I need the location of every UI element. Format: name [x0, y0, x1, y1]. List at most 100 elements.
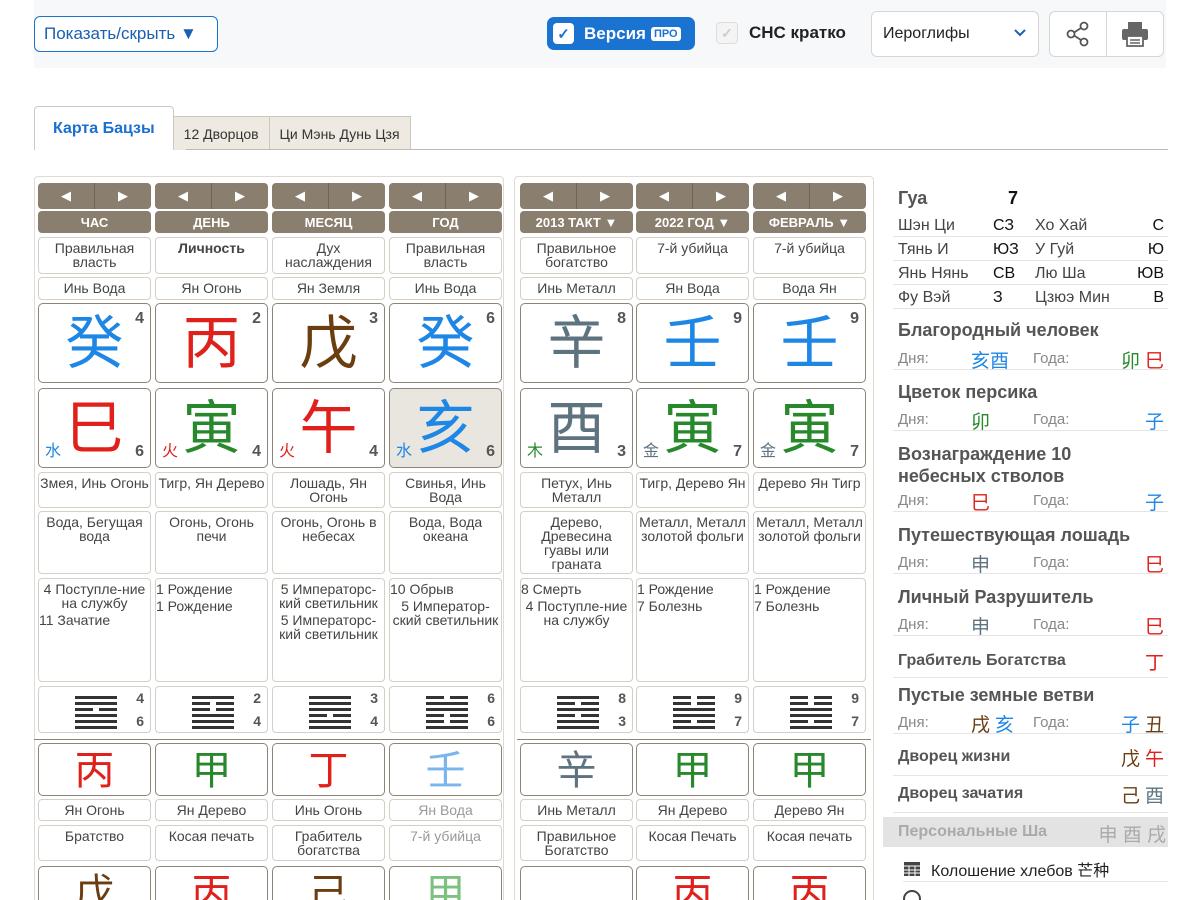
stem-number: 6: [486, 310, 495, 327]
prev-arrow-icon[interactable]: ◀: [272, 183, 328, 209]
prev-arrow-icon[interactable]: ◀: [636, 183, 692, 209]
chevron-down-icon: [1014, 29, 1026, 37]
hidden-ten-god: Братство: [38, 825, 151, 861]
short-ssc-label: СНС кратко: [749, 23, 846, 42]
direction-name: Тянь И: [898, 241, 949, 258]
calendar-icon: [904, 861, 920, 876]
element-mark: 金: [760, 443, 777, 460]
stem-glyph: 辛: [547, 311, 606, 376]
hidden-stem-cell-2[interactable]: 丙: [155, 866, 268, 900]
life-stage-item: 5 Император-ский светильник: [392, 598, 499, 628]
hidden-stem-cell[interactable]: 甲: [753, 743, 866, 796]
next-arrow-icon[interactable]: ▶: [809, 183, 866, 209]
hidden-stem-name: Ян Огонь: [38, 799, 151, 821]
heavenly-stem-cell[interactable]: 辛8: [520, 303, 633, 383]
pillar-header[interactable]: 2013 ТАКТ ▼: [520, 211, 633, 233]
tab-12-palaces[interactable]: 12 Дворцов: [172, 116, 270, 150]
life-stage-item: 11 Зачатие: [39, 612, 111, 628]
heavenly-stem-cell[interactable]: 癸6: [389, 303, 502, 383]
life-stage-item: 8 Смерть: [521, 581, 582, 597]
personal-sha-bar[interactable]: Персональные Ша 申 酉 戌: [883, 817, 1168, 847]
life-stage-cell: 1 Рождение 7 Болезнь: [636, 578, 749, 682]
print-button[interactable]: [1106, 11, 1164, 57]
glyph-mode-select[interactable]: Иероглифы: [871, 11, 1039, 57]
direction-row: Янь Нянь СВ Лю Ша ЮВ: [893, 261, 1168, 285]
prev-arrow-icon[interactable]: ◀: [753, 183, 809, 209]
hidden-stem-cell[interactable]: 丙: [38, 743, 151, 796]
hidden-stem-cell[interactable]: 甲: [155, 743, 268, 796]
hidden-stem-cell[interactable]: 甲: [636, 743, 749, 796]
animal-cell: Тигр, Ян Дерево: [155, 472, 268, 508]
pillar-header[interactable]: 2022 ГОД ▼: [636, 211, 749, 233]
day-label: Дня:: [898, 616, 929, 633]
animal-cell: Змея, Инь Огонь: [38, 472, 151, 508]
pillar-nav: ◀ ▶: [272, 183, 385, 209]
next-arrow-icon[interactable]: ▶: [211, 183, 268, 209]
life-stage-item: 1 Рождение: [754, 581, 831, 597]
earthly-branch-cell[interactable]: 午火4: [272, 388, 385, 468]
hidden-stem-name: Ян Дерево: [636, 799, 749, 821]
earthly-branch-cell[interactable]: 酉木3: [520, 388, 633, 468]
next-arrow-icon[interactable]: ▶: [445, 183, 502, 209]
hidden-stem-cell[interactable]: 丁: [272, 743, 385, 796]
earthly-branch-cell[interactable]: 巳水6: [38, 388, 151, 468]
pillar-header[interactable]: ФЕВРАЛЬ ▼: [753, 211, 866, 233]
next-arrow-icon[interactable]: ▶: [328, 183, 385, 209]
hidden-stem-cell-2[interactable]: 丙: [753, 866, 866, 900]
branch-number: 6: [486, 443, 495, 460]
hidden-stem-cell-2[interactable]: 丙: [636, 866, 749, 900]
heavenly-stem-cell[interactable]: 癸4: [38, 303, 151, 383]
printer-icon: [1122, 22, 1148, 47]
earthly-branch-cell[interactable]: 寅火4: [155, 388, 268, 468]
hexagram-icon: [557, 696, 599, 729]
hidden-stem-cell-2[interactable]: 甲: [389, 866, 502, 900]
prev-arrow-icon[interactable]: ◀: [520, 183, 576, 209]
hidden-stem-cell-2[interactable]: 己: [272, 866, 385, 900]
next-arrow-icon[interactable]: ▶: [692, 183, 749, 209]
life-stage-item: 10 Обрыв: [390, 581, 454, 597]
heavenly-stem-cell[interactable]: 壬9: [636, 303, 749, 383]
hexagram-cell: 46: [38, 686, 151, 733]
year-label: Года:: [1033, 554, 1070, 571]
heavenly-stem-cell[interactable]: 丙2: [155, 303, 268, 383]
earthly-branch-cell[interactable]: 寅金7: [753, 388, 866, 468]
life-stage-item: 5 Императорс-кий светильник: [279, 612, 378, 642]
hidden-stem-name: Инь Металл: [520, 799, 633, 821]
travel-horse-row: Дня: 申 Года: 巳: [893, 550, 1168, 576]
pillar-nav: ◀ ▶: [155, 183, 268, 209]
prev-arrow-icon[interactable]: ◀: [38, 183, 94, 209]
show-hide-button[interactable]: Показать/скрыть ▼: [34, 16, 218, 52]
prev-arrow-icon[interactable]: ◀: [155, 183, 211, 209]
branch-glyph: 卯: [971, 412, 991, 433]
branch-glyph: 丑: [1144, 715, 1164, 736]
short-ssc-checkbox[interactable]: ✓ СНС кратко: [716, 22, 846, 44]
life-stage-item: 1 Рождение: [156, 581, 233, 597]
hex-number-top: 6: [487, 690, 495, 706]
hidden-stem-cell[interactable]: 辛: [520, 743, 633, 796]
direction-name: Лю Ша: [1035, 265, 1086, 282]
stem-number: 9: [733, 310, 742, 327]
hex-number-top: 9: [734, 690, 742, 706]
stem-glyph: 癸: [416, 311, 475, 376]
next-arrow-icon[interactable]: ▶: [576, 183, 633, 209]
prev-arrow-icon[interactable]: ◀: [389, 183, 445, 209]
branch-glyph: 巳: [1144, 351, 1164, 372]
wealth-robber-row: Грабитель Богатства 丁: [893, 646, 1168, 678]
hidden-stem-cell[interactable]: 壬: [389, 743, 502, 796]
heavenly-stem-cell[interactable]: 壬9: [753, 303, 866, 383]
tab-divider: [186, 149, 1168, 150]
share-button[interactable]: [1049, 11, 1107, 57]
earthly-branch-cell[interactable]: 寅金7: [636, 388, 749, 468]
hidden-stem-name: Ян Дерево: [155, 799, 268, 821]
direction-name: Хо Хай: [1035, 217, 1088, 234]
version-pro-toggle[interactable]: ✓ Версия ПРО: [547, 17, 695, 50]
hidden-stem-cell-2[interactable]: [520, 866, 633, 900]
branch-glyph: 卯: [1120, 351, 1140, 372]
tab-qi-men[interactable]: Ци Мэнь Дунь Цзя: [268, 116, 411, 150]
hidden-stem-cell-2[interactable]: 戊: [38, 866, 151, 900]
tab-bazi-chart[interactable]: Карта Бацзы: [34, 106, 174, 150]
earthly-branch-cell[interactable]: 亥水6: [389, 388, 502, 468]
direction-row: Фу Вэй З Цзюэ Мин В: [893, 285, 1168, 309]
heavenly-stem-cell[interactable]: 戊3: [272, 303, 385, 383]
next-arrow-icon[interactable]: ▶: [94, 183, 151, 209]
